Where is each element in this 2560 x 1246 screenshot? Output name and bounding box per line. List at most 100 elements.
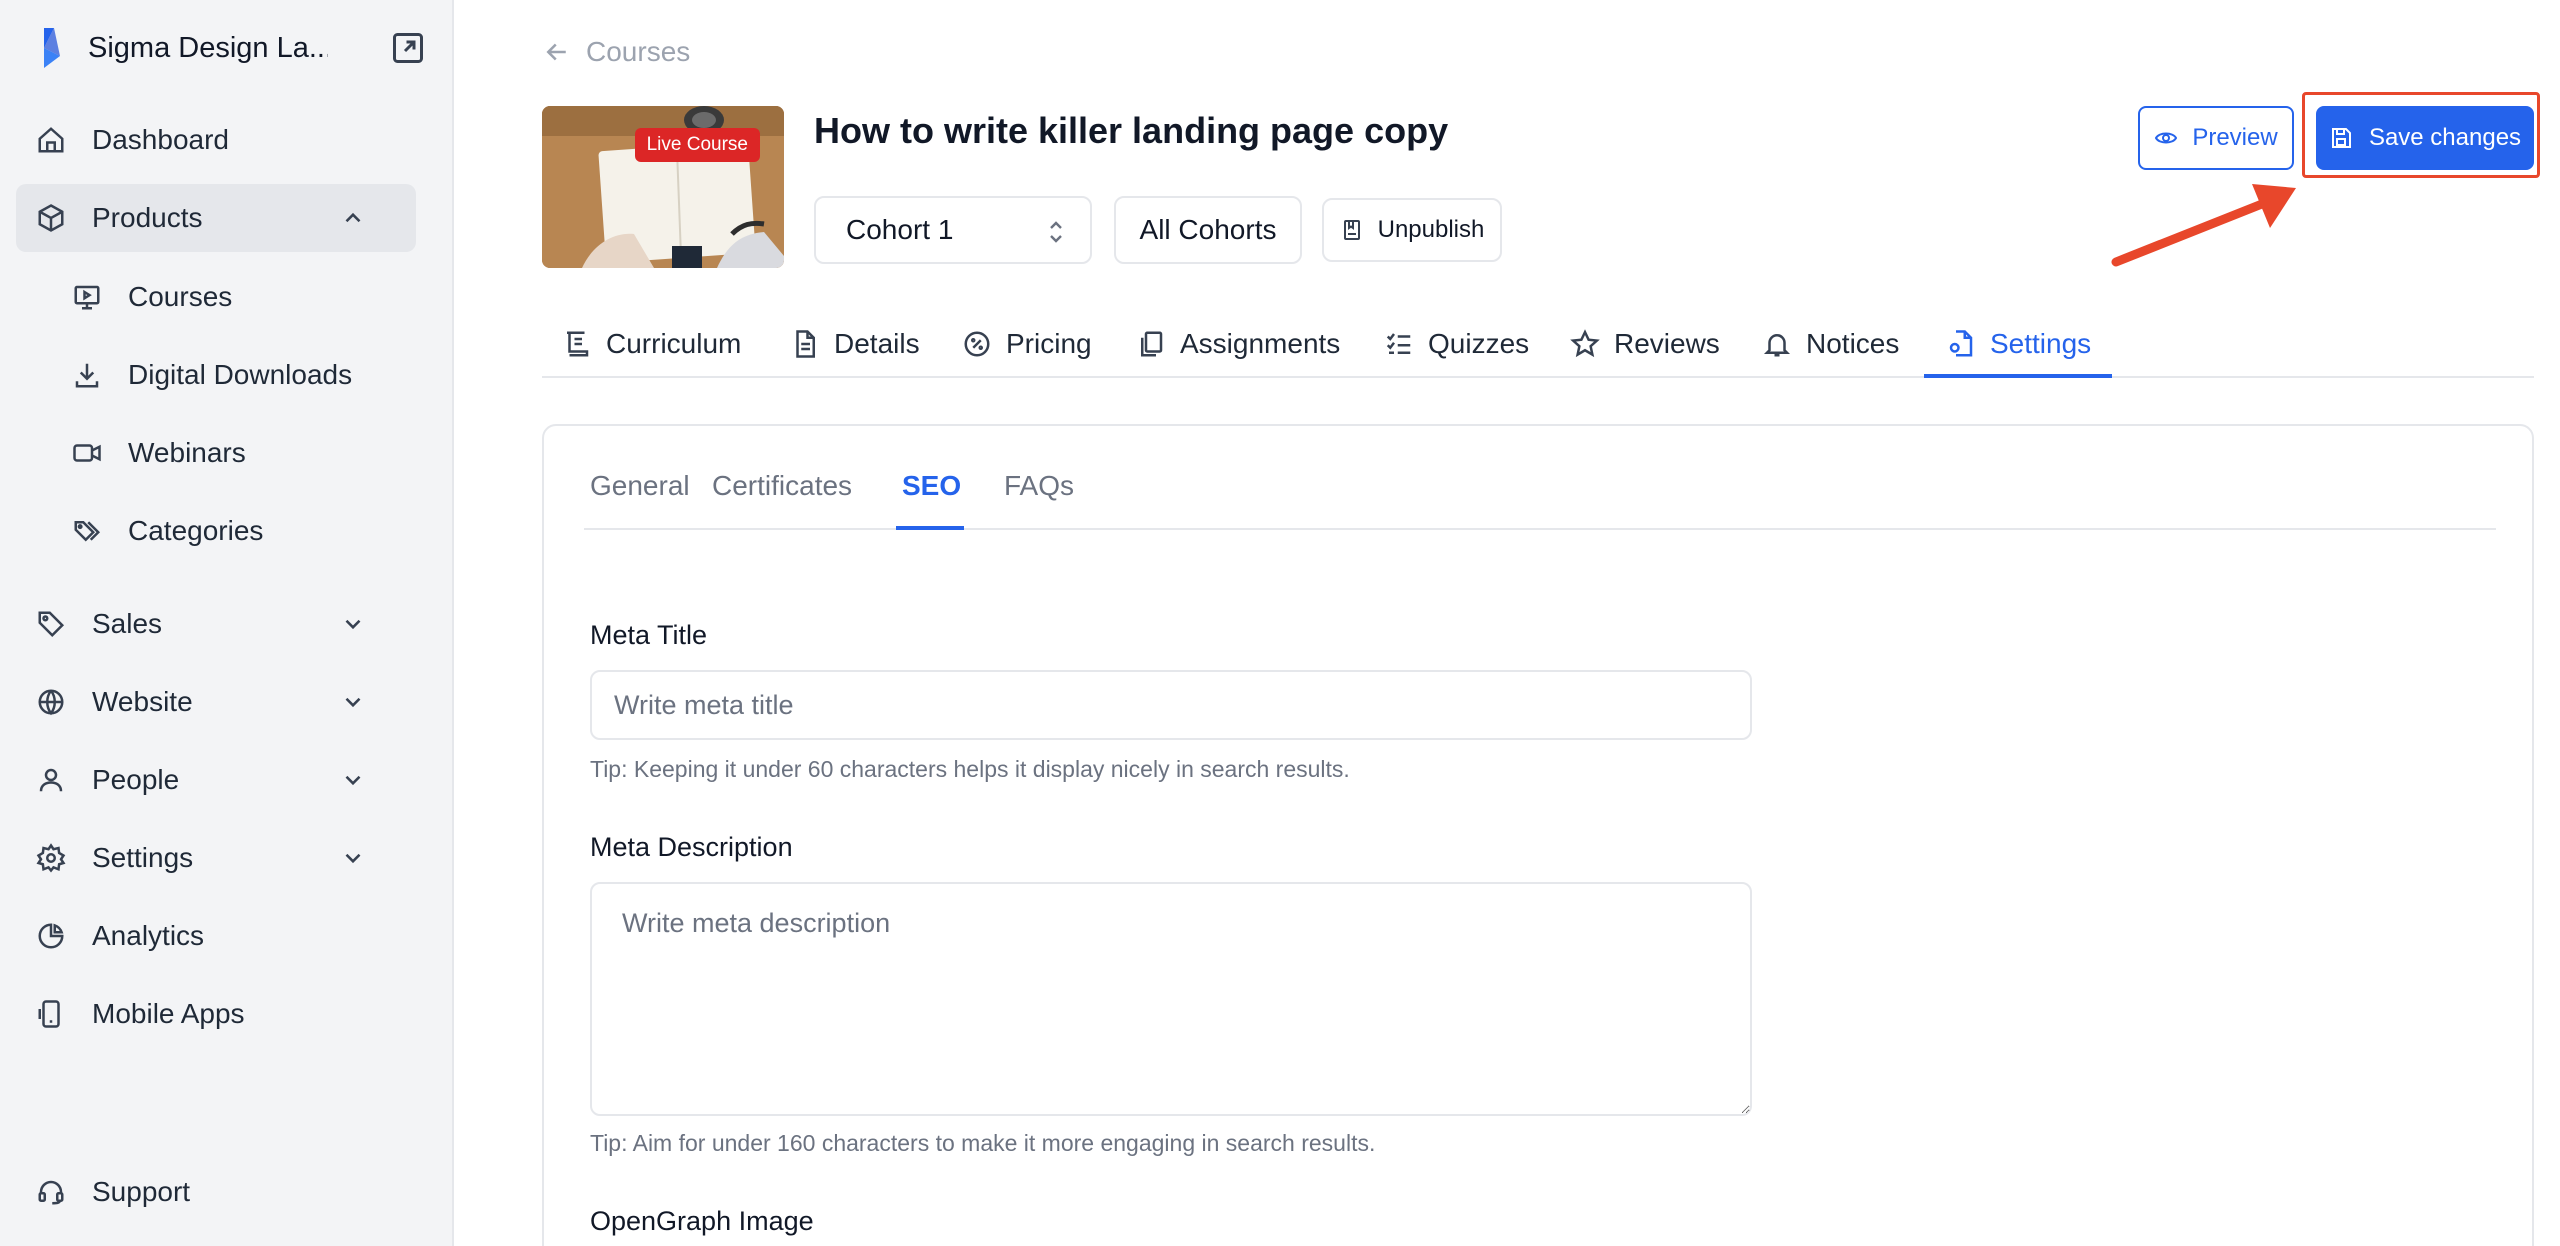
tab-pricing[interactable]: Pricing	[962, 310, 1092, 378]
home-icon	[36, 125, 66, 155]
all-cohorts-button[interactable]: All Cohorts	[1114, 196, 1302, 264]
sidebar-item-label: Mobile Apps	[92, 998, 245, 1029]
star-icon	[1570, 329, 1600, 359]
arrow-left-icon	[542, 37, 572, 67]
breadcrumb[interactable]: Courses	[542, 36, 690, 68]
tab-label: Notices	[1806, 328, 1900, 359]
sidebar-item-website[interactable]: Website	[16, 668, 416, 736]
meta-description-label: Meta Description	[590, 832, 793, 862]
user-icon	[36, 765, 66, 795]
subtab-label: Certificates	[712, 470, 853, 501]
subtab-label: FAQs	[1004, 470, 1075, 501]
tab-label: Curriculum	[606, 328, 742, 359]
meta-description-tip: Tip: Aim for under 160 characters to mak…	[590, 1130, 1376, 1156]
globe-icon	[36, 687, 66, 717]
bell-icon	[1762, 329, 1792, 359]
save-icon	[2329, 126, 2353, 150]
copy-icon	[1136, 329, 1166, 359]
curriculum-icon	[562, 329, 592, 359]
meta-title-label: Meta Title	[590, 620, 708, 650]
sidebar-item-settings[interactable]: Settings	[16, 824, 416, 892]
sidebar-item-label: Analytics	[92, 920, 205, 951]
eye-icon	[2154, 126, 2178, 150]
sidebar-subitem-label: Webinars	[128, 437, 246, 468]
annotation-arrow-icon	[2111, 184, 2296, 267]
tab-details[interactable]: Details	[790, 310, 920, 378]
all-cohorts-label: All Cohorts	[1139, 214, 1277, 245]
active-tab-indicator	[1924, 374, 2112, 378]
sidebar-item-dashboard[interactable]: Dashboard	[16, 106, 416, 174]
download-icon	[72, 360, 102, 390]
tag-icon	[36, 609, 66, 639]
chevron-down-icon	[340, 689, 366, 715]
cohort-select[interactable]: Cohort 1	[814, 196, 1092, 264]
brand-name: Sigma Design La...	[88, 31, 328, 64]
sidebar-item-support[interactable]: Support	[16, 1158, 416, 1226]
subtab-seo[interactable]: SEO	[902, 464, 961, 530]
subtab-label: SEO	[902, 470, 962, 501]
external-link-icon[interactable]	[390, 30, 426, 66]
cohort-select-value: Cohort 1	[846, 214, 954, 245]
breadcrumb-label: Courses	[586, 36, 691, 67]
sidebar-item-sales[interactable]: Sales	[16, 590, 416, 658]
sidebar-subitem-webinars[interactable]: Webinars	[16, 420, 416, 486]
tab-assignments[interactable]: Assignments	[1136, 310, 1340, 378]
sidebar: Sigma Design La... Dashboard Products Co…	[0, 0, 454, 1246]
video-icon	[72, 438, 102, 468]
sidebar-item-products[interactable]: Products	[16, 184, 416, 252]
subtab-certificates[interactable]: Certificates	[712, 464, 852, 530]
live-course-badge: Live Course	[634, 128, 760, 162]
meta-title-input[interactable]	[590, 670, 1752, 740]
tab-label: Reviews	[1614, 328, 1720, 359]
headset-icon	[36, 1177, 66, 1207]
sidebar-item-label: Support	[92, 1176, 191, 1207]
subtab-general[interactable]: General	[590, 464, 690, 530]
tab-label: Quizzes	[1428, 328, 1530, 359]
sidebar-item-people[interactable]: People	[16, 746, 416, 814]
unpublish-label: Unpublish	[1377, 216, 1485, 243]
meta-description-input[interactable]	[590, 882, 1752, 1116]
sidebar-subitem-courses[interactable]: Courses	[16, 264, 416, 330]
sidebar-item-label: Website	[92, 686, 193, 717]
sidebar-subitem-digital-downloads[interactable]: Digital Downloads	[16, 342, 416, 408]
tab-reviews[interactable]: Reviews	[1570, 310, 1720, 378]
course-title: How to write killer landing page copy	[814, 110, 1449, 151]
tags-icon	[72, 516, 102, 546]
file-settings-icon	[1946, 329, 1976, 359]
tab-notices[interactable]: Notices	[1762, 310, 1899, 378]
tab-settings[interactable]: Settings	[1946, 310, 2091, 378]
gear-icon	[36, 843, 66, 873]
unpublish-button[interactable]: Unpublish	[1322, 198, 1502, 262]
save-changes-label: Save changes	[2368, 124, 2522, 151]
chevron-down-icon	[340, 611, 366, 637]
chevron-down-icon	[340, 767, 366, 793]
pie-chart-icon	[36, 921, 66, 951]
save-changes-button[interactable]: Save changes	[2316, 106, 2534, 170]
presentation-icon	[72, 282, 102, 312]
preview-button[interactable]: Preview	[2138, 106, 2294, 170]
tab-curriculum[interactable]: Curriculum	[562, 310, 741, 378]
brand[interactable]: Sigma Design La...	[30, 24, 430, 72]
subtab-faqs[interactable]: FAQs	[1004, 464, 1074, 530]
tab-quizzes[interactable]: Quizzes	[1384, 310, 1529, 378]
sidebar-subitem-categories[interactable]: Categories	[16, 498, 416, 564]
discount-icon	[962, 329, 992, 359]
brand-logo-icon	[30, 26, 66, 70]
sidebar-item-label: People	[92, 764, 180, 795]
sidebar-item-mobile-apps[interactable]: Mobile Apps	[16, 980, 416, 1048]
tab-label: Details	[834, 328, 920, 359]
chevron-up-down-icon	[1044, 218, 1068, 246]
tab-label: Pricing	[1006, 328, 1092, 359]
tab-label: Assignments	[1180, 328, 1341, 359]
sidebar-subitem-label: Categories	[128, 515, 264, 546]
mobile-icon	[36, 999, 66, 1029]
sidebar-item-label: Dashboard	[92, 124, 229, 155]
settings-card: General Certificates SEO FAQs Meta Title…	[542, 424, 2534, 1246]
subtab-label: General	[590, 470, 690, 501]
sidebar-subitem-label: Courses	[128, 281, 233, 312]
meta-title-tip: Tip: Keeping it under 60 characters help…	[590, 756, 1350, 782]
book-icon	[1340, 218, 1364, 242]
sidebar-item-analytics[interactable]: Analytics	[16, 902, 416, 970]
chevron-down-icon	[340, 845, 366, 871]
course-tabs: Curriculum Details Pricing Assignments Q…	[542, 310, 2534, 378]
